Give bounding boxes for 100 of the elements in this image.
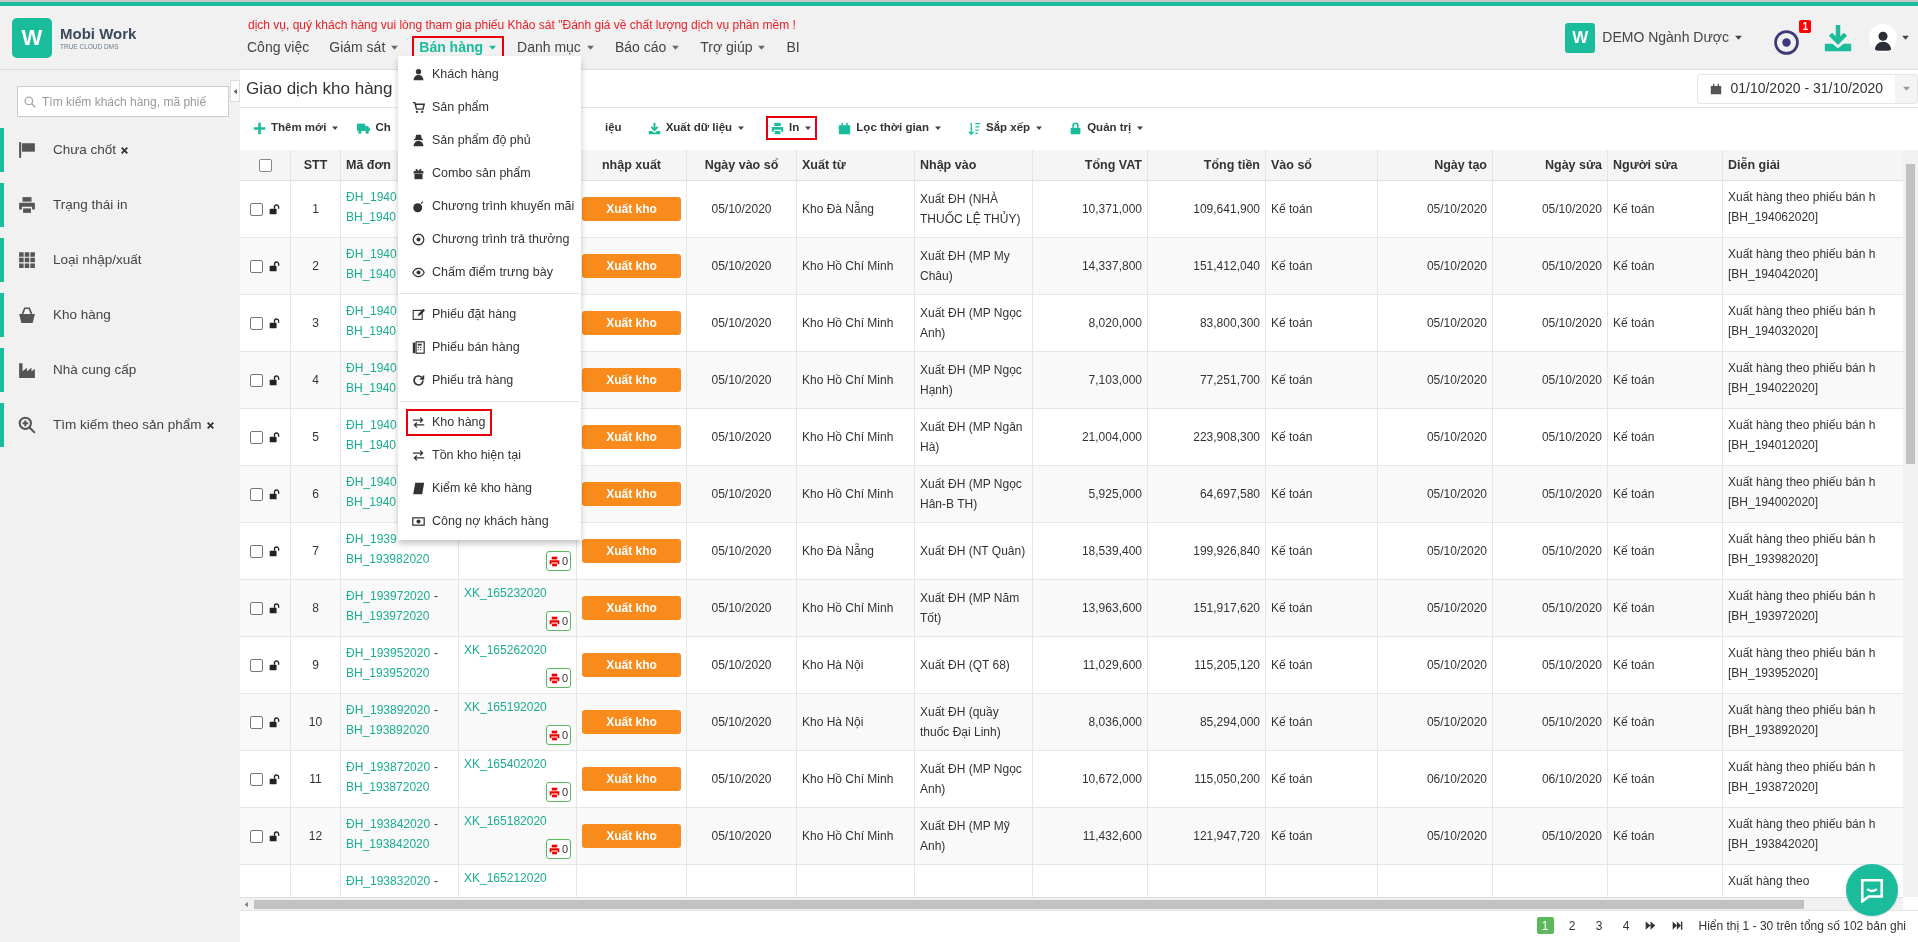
export-button[interactable]: Xuất kho: [582, 653, 681, 677]
nav-item[interactable]: Giám sát: [322, 35, 407, 60]
open-padlock-icon[interactable]: [269, 203, 280, 215]
checkbox[interactable]: [250, 430, 263, 444]
open-padlock-icon[interactable]: [269, 260, 280, 272]
menu-item[interactable]: Tồn kho hiện tại: [406, 442, 527, 469]
last-page-button[interactable]: [1671, 920, 1683, 931]
checkbox[interactable]: [250, 373, 263, 387]
open-padlock-icon[interactable]: [269, 431, 280, 443]
order-link[interactable]: BH_193972020: [346, 609, 430, 623]
export-button[interactable]: Xuất kho: [582, 710, 681, 734]
checkbox[interactable]: [250, 544, 263, 558]
open-padlock-icon[interactable]: [269, 317, 280, 329]
export-button[interactable]: Xuất kho: [582, 539, 681, 563]
open-padlock-icon[interactable]: [269, 773, 280, 785]
order-link[interactable]: ĐH_1940: [346, 304, 397, 318]
checkbox[interactable]: [250, 829, 263, 843]
checkbox[interactable]: [250, 601, 263, 615]
scrollbar-thumb[interactable]: [254, 899, 1804, 909]
toolbar-button[interactable]: In: [766, 116, 818, 140]
menu-item[interactable]: Phiếu đặt hàng: [406, 301, 523, 328]
nav-item[interactable]: BI: [779, 35, 807, 60]
order-link[interactable]: ĐH_1940: [346, 418, 397, 432]
open-padlock-icon[interactable]: [269, 830, 280, 842]
order-link[interactable]: ĐH_1940: [346, 247, 397, 261]
checkbox[interactable]: [250, 487, 263, 501]
open-padlock-icon[interactable]: [269, 488, 280, 500]
order-link[interactable]: BH_193872020: [346, 780, 430, 794]
page-button[interactable]: 3: [1590, 917, 1608, 934]
order-link[interactable]: ĐH_1940: [346, 475, 397, 489]
checkbox[interactable]: [250, 259, 263, 273]
page-button[interactable]: 2: [1563, 917, 1581, 934]
voucher-link[interactable]: XK_165192020: [464, 698, 547, 716]
toolbar-button[interactable]: Xuất dữ liệu: [642, 116, 751, 140]
voucher-link[interactable]: XK_165212020: [464, 869, 547, 887]
next-page-button[interactable]: [1644, 920, 1656, 931]
checkbox[interactable]: [258, 158, 272, 172]
open-padlock-icon[interactable]: [269, 545, 280, 557]
open-padlock-icon[interactable]: [269, 374, 280, 386]
order-link[interactable]: BH_193842020: [346, 837, 430, 851]
toolbar-button[interactable]: Lọc thời gian: [833, 116, 948, 140]
scrollbar-thumb[interactable]: [1906, 164, 1915, 464]
open-padlock-icon[interactable]: [269, 659, 280, 671]
user-menu[interactable]: [1869, 23, 1910, 52]
toolbar-button[interactable]: Quản trị: [1064, 116, 1150, 140]
order-link[interactable]: BH_1940: [346, 495, 397, 509]
page-button[interactable]: 4: [1617, 917, 1635, 934]
toolbar-button[interactable]: Sắp xếp: [963, 116, 1049, 140]
menu-item[interactable]: Sản phẩm: [406, 94, 495, 121]
menu-item[interactable]: Kho hàng: [406, 409, 492, 436]
order-link[interactable]: BH_1940: [346, 267, 397, 281]
dropdown-handle[interactable]: [1895, 74, 1917, 103]
menu-item[interactable]: Kiểm kê kho hàng: [406, 475, 539, 502]
search-field[interactable]: Tìm kiếm khách hàng, mã phiế: [17, 86, 229, 117]
order-link[interactable]: ĐH_1939: [346, 532, 397, 546]
order-link[interactable]: ĐH_193842020: [346, 817, 431, 831]
export-button[interactable]: Xuất kho: [582, 824, 681, 848]
order-link[interactable]: BH_193892020: [346, 723, 430, 737]
order-link[interactable]: BH_1940: [346, 381, 397, 395]
order-link[interactable]: BH_1940: [346, 210, 397, 224]
page-button[interactable]: 1: [1536, 917, 1554, 934]
export-button[interactable]: Xuất kho: [582, 425, 681, 449]
nav-item[interactable]: Công việc: [240, 35, 317, 60]
checkbox[interactable]: [250, 658, 263, 672]
checkbox[interactable]: [250, 202, 263, 216]
export-button[interactable]: Xuất kho: [582, 311, 681, 335]
order-link[interactable]: BH_1940: [346, 438, 397, 452]
checkbox[interactable]: [250, 715, 263, 729]
menu-item[interactable]: Sản phẩm độ phủ: [406, 127, 537, 154]
menu-item[interactable]: Phiếu bán hàng: [406, 334, 526, 361]
order-link[interactable]: BH_193952020: [346, 666, 430, 680]
menu-item[interactable]: Công nợ khách hàng: [406, 508, 555, 535]
export-button[interactable]: Xuất kho: [582, 596, 681, 620]
menu-item[interactable]: Chương trình khuyến mãi: [406, 193, 581, 220]
vertical-scrollbar[interactable]: [1903, 150, 1918, 897]
toolbar-button[interactable]: Thêm mới: [248, 116, 345, 140]
order-link[interactable]: ĐH_1940: [346, 361, 397, 375]
open-padlock-icon[interactable]: [269, 602, 280, 614]
nav-item[interactable]: Trợ giúp: [693, 35, 774, 60]
export-button[interactable]: Xuất kho: [582, 368, 681, 392]
export-button[interactable]: Xuất kho: [582, 197, 681, 221]
notifications-button[interactable]: 1: [1773, 19, 1811, 56]
collapse-toggle[interactable]: [230, 80, 240, 102]
order-link[interactable]: BH_1940: [346, 324, 397, 338]
order-link[interactable]: BH_193982020: [346, 552, 430, 566]
open-padlock-icon[interactable]: [269, 716, 280, 728]
toolbar-button[interactable]: iệu: [600, 116, 627, 140]
nav-item[interactable]: Báo cáo: [607, 35, 688, 60]
menu-item[interactable]: Combo sản phẩm: [406, 160, 537, 187]
order-link[interactable]: ĐH_193892020: [346, 703, 431, 717]
menu-item[interactable]: Phiếu trả hàng: [406, 367, 520, 394]
checkbox[interactable]: [250, 772, 263, 786]
voucher-link[interactable]: XK_165262020: [464, 641, 547, 659]
voucher-link[interactable]: XK_165182020: [464, 812, 547, 830]
export-button[interactable]: Xuất kho: [582, 767, 681, 791]
company-selector[interactable]: W DEMO Ngành Dược: [1565, 22, 1743, 53]
voucher-link[interactable]: XK_165232020: [464, 584, 547, 602]
order-link[interactable]: ĐH_193972020: [346, 589, 431, 603]
checkbox[interactable]: [250, 316, 263, 330]
voucher-link[interactable]: XK_165402020: [464, 755, 547, 773]
